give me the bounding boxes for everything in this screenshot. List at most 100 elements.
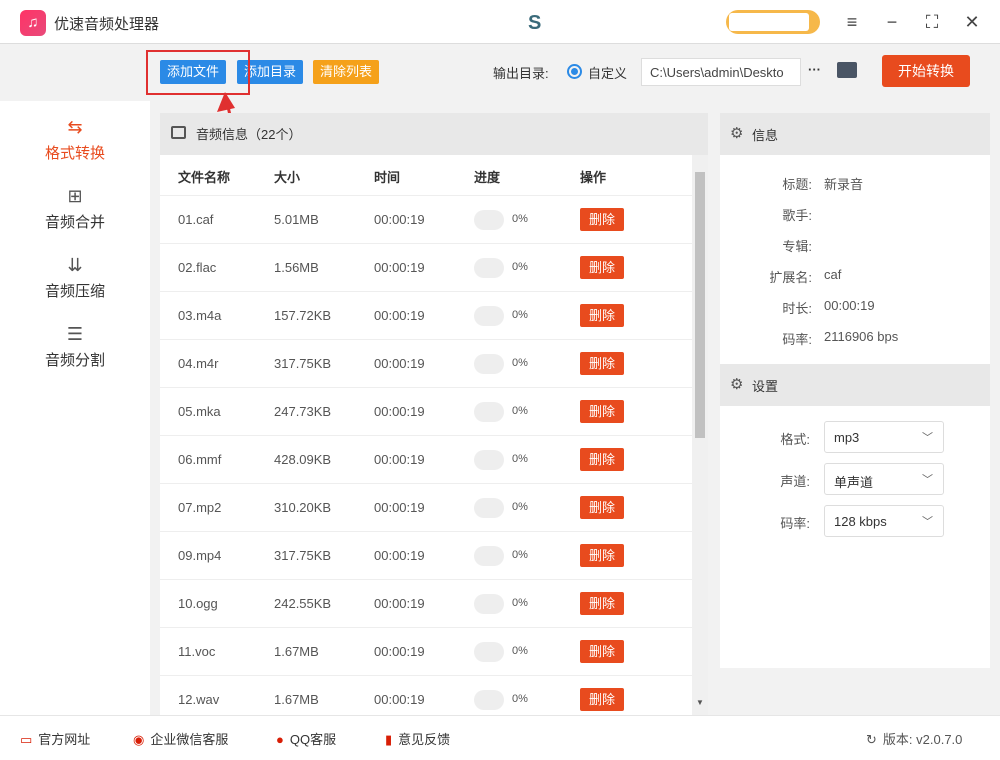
sidebar-item-compress[interactable]: ⇊ 音频压缩 (0, 255, 150, 301)
setting-select[interactable]: mp3 ﹀ (824, 421, 944, 453)
scrollbar-thumb[interactable] (695, 172, 705, 438)
delete-button[interactable]: 删除 (580, 208, 624, 231)
col-header-name: 文件名称 (178, 170, 231, 185)
file-name: 02.flac (178, 260, 217, 275)
table-row[interactable]: 03.m4a 157.72KB 00:00:19 0% 删除 (160, 291, 692, 339)
progress-text: 0% (512, 693, 528, 705)
file-size: 247.73KB (274, 404, 332, 419)
setting-select[interactable]: 单声道 ﹀ (824, 463, 944, 495)
file-time: 00:00:19 (374, 548, 425, 563)
file-time: 00:00:19 (374, 212, 425, 227)
maximize-icon[interactable]: ⛶ (920, 10, 944, 34)
qq-icon: ● (276, 732, 284, 747)
table-row[interactable]: 10.ogg 242.55KB 00:00:19 0% 删除 (160, 579, 692, 627)
image-icon (171, 126, 186, 139)
convert-icon: ⇆ (67, 117, 83, 137)
table-row[interactable]: 06.mmf 428.09KB 00:00:19 0% 删除 (160, 435, 692, 483)
feedback-label: 意见反馈 (398, 732, 451, 747)
progress-bar (474, 690, 504, 710)
menu-icon[interactable]: ≡ (840, 10, 864, 34)
delete-button[interactable]: 删除 (580, 448, 624, 471)
info-title: 信息 (752, 128, 779, 143)
setting-select[interactable]: 128 kbps ﹀ (824, 505, 944, 537)
col-header-progress: 进度 (474, 170, 501, 185)
file-size: 5.01MB (274, 212, 319, 227)
info-value: caf (824, 267, 842, 282)
feedback-icon: ▮ (385, 732, 393, 747)
file-name: 07.mp2 (178, 500, 222, 515)
file-name: 10.ogg (178, 596, 218, 611)
setting-label: 格式: (780, 432, 810, 447)
progress-bar (474, 402, 504, 422)
minimize-icon[interactable]: − (880, 10, 904, 34)
close-icon[interactable]: ✕ (960, 10, 984, 34)
chevron-down-icon: ﹀ (922, 474, 933, 486)
file-size: 428.09KB (274, 452, 332, 467)
chevron-down-icon: ﹀ (922, 432, 933, 444)
file-size: 1.56MB (274, 260, 319, 275)
scroll-down-icon[interactable]: ▼ (696, 698, 704, 707)
table-row[interactable]: 04.m4r 317.75KB 00:00:19 0% 删除 (160, 339, 692, 387)
feedback-link[interactable]: ▮ 意见反馈 (385, 729, 450, 748)
file-size: 242.55KB (274, 596, 332, 611)
delete-button[interactable]: 删除 (580, 400, 624, 423)
website-link[interactable]: ▭ 官方网址 (20, 729, 90, 748)
info-key: 专辑: (782, 239, 812, 254)
file-list-title: 音频信息（22个） (196, 127, 302, 142)
delete-button[interactable]: 删除 (580, 352, 624, 375)
file-name: 06.mmf (178, 452, 222, 467)
sidebar-item-format-convert[interactable]: ⇆ 格式转换 (0, 117, 150, 163)
app-title: 优速音频处理器 (54, 16, 160, 33)
delete-button[interactable]: 删除 (580, 640, 624, 663)
settings-title: 设置 (752, 379, 779, 394)
compress-icon: ⇊ (67, 255, 83, 275)
app-logo-icon: ♫ (20, 10, 46, 36)
file-time: 00:00:19 (374, 404, 425, 419)
delete-button[interactable]: 删除 (580, 496, 624, 519)
delete-button[interactable]: 删除 (580, 544, 624, 567)
progress-text: 0% (512, 405, 528, 417)
table-row[interactable]: 11.voc 1.67MB 00:00:19 0% 删除 (160, 627, 692, 675)
delete-button[interactable]: 删除 (580, 304, 624, 327)
info-key: 歌手: (782, 208, 812, 223)
progress-text: 0% (512, 357, 528, 369)
file-time: 00:00:19 (374, 452, 425, 467)
output-path-input[interactable]: C:\Users\admin\Deskto (641, 58, 801, 86)
wechat-label: 企业微信客服 (150, 732, 229, 747)
setting-value: 单声道 (834, 475, 874, 490)
start-convert-button[interactable]: 开始转换 (882, 55, 970, 87)
merge-icon: ⊞ (67, 186, 83, 206)
file-time: 00:00:19 (374, 596, 425, 611)
delete-button[interactable]: 删除 (580, 592, 624, 615)
info-value: 00:00:19 (824, 298, 875, 313)
wechat-service-link[interactable]: ◉ 企业微信客服 (133, 729, 228, 748)
sidebar-item-merge[interactable]: ⊞ 音频合并 (0, 186, 150, 232)
progress-text: 0% (512, 261, 528, 273)
table-row[interactable]: 02.flac 1.56MB 00:00:19 0% 删除 (160, 243, 692, 291)
qq-service-link[interactable]: ● QQ客服 (276, 729, 336, 748)
custom-radio[interactable] (567, 64, 582, 79)
table-row[interactable]: 05.mka 247.73KB 00:00:19 0% 删除 (160, 387, 692, 435)
table-row[interactable]: 09.mp4 317.75KB 00:00:19 0% 删除 (160, 531, 692, 579)
delete-button[interactable]: 删除 (580, 688, 624, 711)
table-row[interactable]: 01.caf 5.01MB 00:00:19 0% 删除 (160, 195, 692, 243)
file-size: 157.72KB (274, 308, 332, 323)
file-name: 11.voc (178, 644, 216, 659)
folder-icon[interactable] (837, 62, 857, 78)
sidebar-item-split[interactable]: ☰ 音频分割 (0, 324, 150, 370)
progress-text: 0% (512, 501, 528, 513)
user-badge[interactable] (726, 10, 820, 34)
qq-label: QQ客服 (289, 732, 337, 747)
progress-bar (474, 498, 504, 518)
file-time: 00:00:19 (374, 260, 425, 275)
table-row[interactable]: 07.mp2 310.20KB 00:00:19 0% 删除 (160, 483, 692, 531)
chevron-down-icon: ﹀ (922, 516, 933, 528)
file-name: 01.caf (178, 212, 214, 227)
more-button[interactable]: ··· (808, 62, 821, 77)
clear-list-button[interactable]: 清除列表 (313, 60, 380, 84)
info-key: 标题: (782, 177, 812, 192)
wechat-icon: ◉ (133, 732, 145, 747)
sidebar-item-label: 音频分割 (44, 352, 105, 369)
progress-bar (474, 258, 504, 278)
delete-button[interactable]: 删除 (580, 256, 624, 279)
